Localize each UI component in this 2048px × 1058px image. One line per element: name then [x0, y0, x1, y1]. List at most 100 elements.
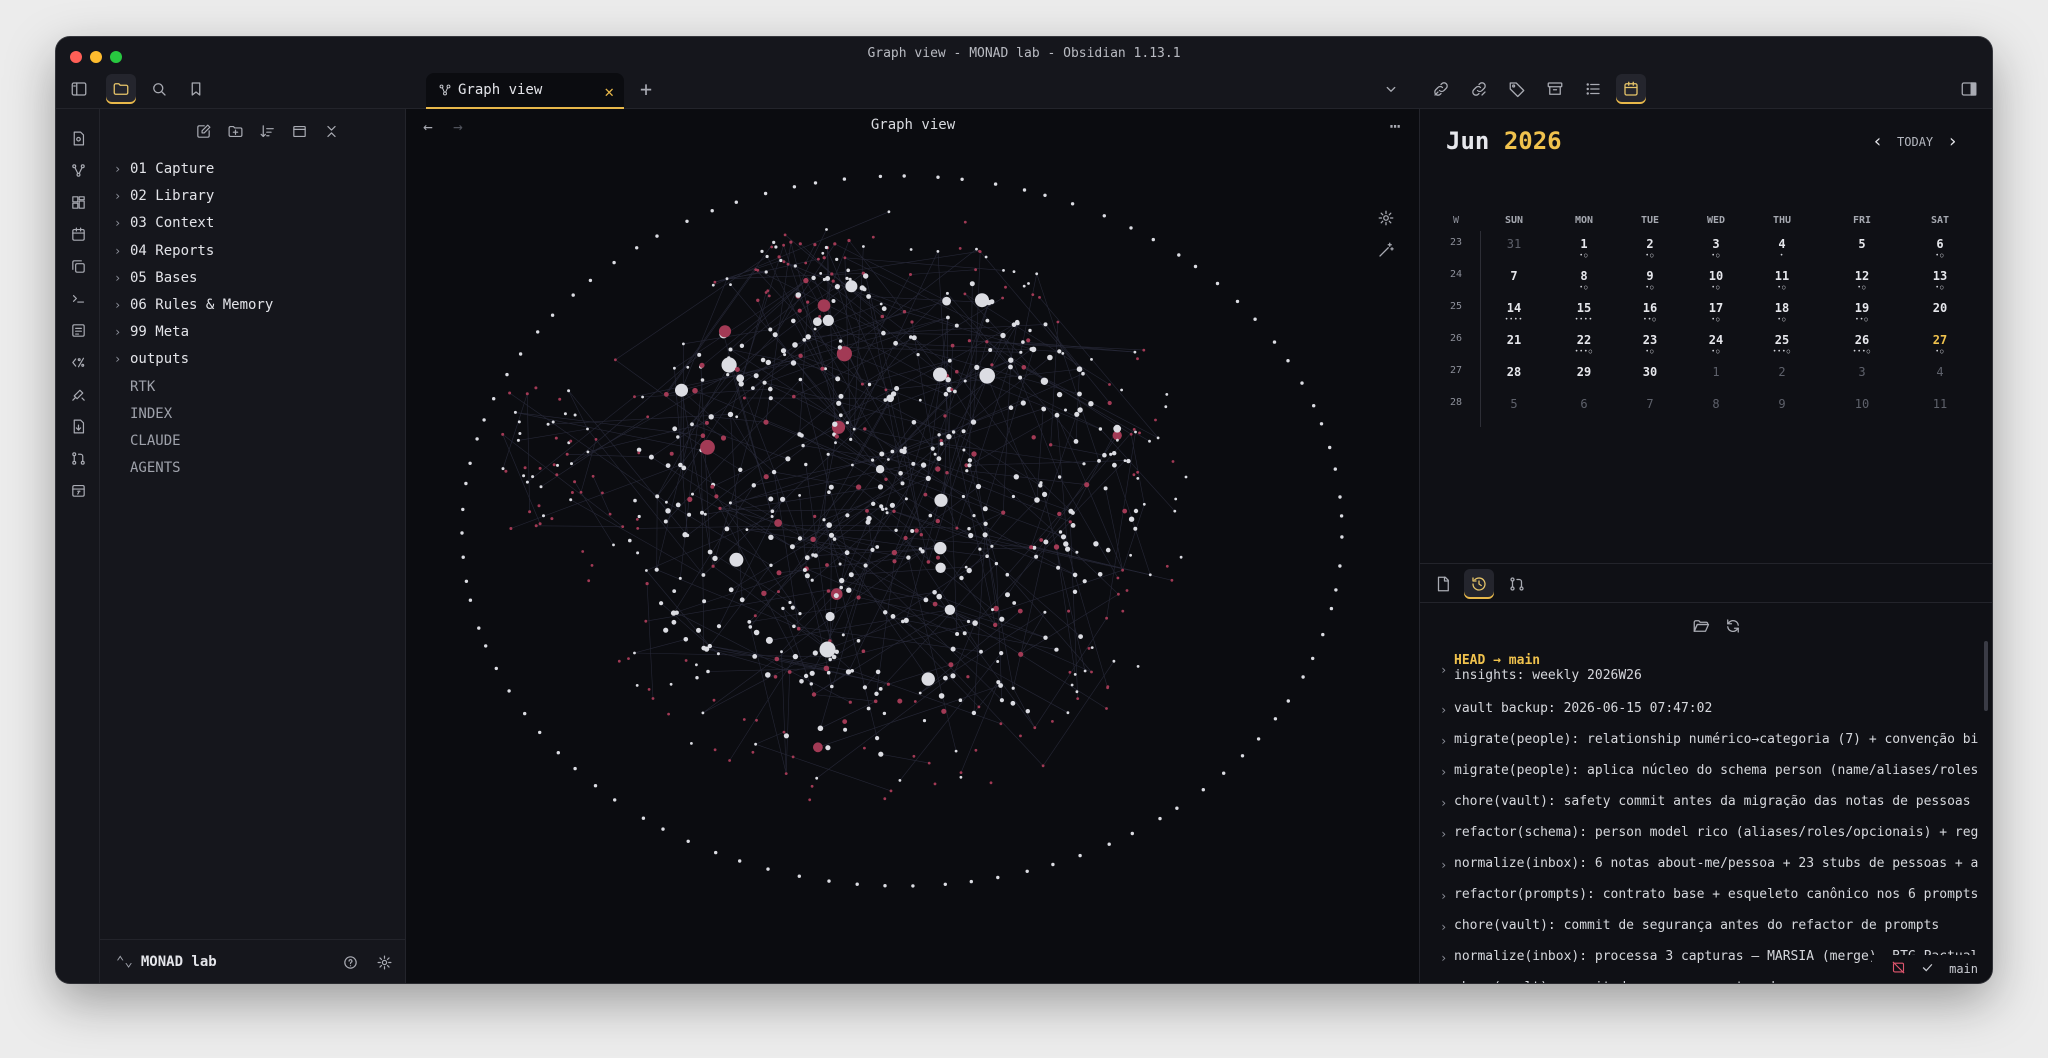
graph-note-node[interactable] [1020, 400, 1026, 406]
graph-note-node[interactable] [979, 368, 995, 384]
graph-note-node[interactable] [906, 555, 911, 560]
graph-note-node[interactable] [1060, 534, 1067, 540]
graph-note-node[interactable] [760, 249, 764, 253]
open-folder-icon[interactable] [1686, 611, 1716, 641]
graph-tag-node[interactable] [1039, 538, 1044, 542]
graph-tag-node[interactable] [945, 471, 949, 475]
graph-note-node[interactable] [838, 413, 843, 418]
graph-note-node[interactable] [1338, 564, 1342, 568]
graph-note-node[interactable] [911, 335, 917, 341]
graph-note-node[interactable] [690, 422, 694, 427]
graph-note-node[interactable] [812, 650, 818, 656]
graph-note-node[interactable] [1057, 475, 1062, 479]
graph-note-node[interactable] [893, 340, 898, 346]
graph-note-node[interactable] [982, 532, 988, 538]
graph-tag-node[interactable] [813, 243, 817, 247]
graph-note-node[interactable] [918, 691, 922, 695]
graph-note-node[interactable] [967, 458, 973, 463]
graph-note-node[interactable] [770, 509, 775, 513]
graph-note-node[interactable] [513, 410, 517, 414]
graph-note-node[interactable] [1097, 459, 1101, 463]
graph-tag-node[interactable] [1154, 418, 1157, 422]
graph-note-node[interactable] [838, 562, 842, 566]
calendar-day[interactable]: 11 [1920, 397, 1960, 411]
graph-tag-node[interactable] [1105, 707, 1108, 710]
commit-list-scrollbar[interactable] [1984, 641, 1988, 711]
graph-tag-node[interactable] [776, 570, 782, 576]
graph-note-node[interactable] [1193, 264, 1198, 269]
graph-note-node[interactable] [898, 471, 903, 476]
graph-note-node[interactable] [728, 347, 733, 352]
file-item[interactable]: CLAUDE [114, 429, 394, 453]
graph-note-node[interactable] [655, 494, 660, 499]
graph-note-node[interactable] [985, 554, 989, 558]
graph-note-node[interactable] [945, 291, 949, 295]
graph-note-node[interactable] [464, 579, 469, 583]
graph-note-node[interactable] [707, 549, 713, 555]
graph-note-node[interactable] [728, 587, 734, 593]
graph-note-node[interactable] [1156, 436, 1160, 440]
graph-tag-node[interactable] [791, 755, 795, 759]
graph-tag-node[interactable] [636, 527, 640, 530]
graph-note-node[interactable] [765, 254, 769, 259]
graph-note-node[interactable] [1040, 377, 1049, 385]
graph-note-node[interactable] [785, 456, 791, 462]
graph-note-node[interactable] [799, 679, 804, 684]
graph-note-node[interactable] [1083, 669, 1087, 673]
graph-note-node[interactable] [635, 246, 639, 250]
graph-note-node[interactable] [1025, 709, 1030, 714]
graph-tag-node[interactable] [902, 310, 907, 314]
graph-note-node[interactable] [990, 544, 994, 548]
graph-tag-node[interactable] [817, 257, 820, 261]
graph-note-node[interactable] [1012, 270, 1016, 273]
graph-note-node[interactable] [1022, 188, 1027, 192]
graph-note-node[interactable] [613, 798, 617, 802]
calendar-day[interactable]: 24 [1696, 333, 1736, 347]
minimize-window-button[interactable] [90, 51, 102, 63]
graph-tag-node[interactable] [687, 496, 693, 502]
graph-note-node[interactable] [792, 624, 796, 629]
refresh-icon[interactable] [1718, 611, 1748, 641]
graph-note-node[interactable] [819, 641, 836, 658]
graph-note-node[interactable] [769, 563, 773, 567]
graph-note-node[interactable] [837, 345, 843, 350]
graph-tag-node[interactable] [950, 343, 955, 348]
calendar-day[interactable]: 9 [1762, 397, 1802, 411]
graph-note-node[interactable] [845, 421, 849, 425]
graph-note-node[interactable] [676, 435, 680, 439]
graph-note-node[interactable] [768, 396, 773, 401]
week-number[interactable]: 27 [1444, 365, 1468, 376]
graph-tag-node[interactable] [753, 614, 757, 618]
graph-note-node[interactable] [881, 330, 886, 336]
graph-note-node[interactable] [879, 302, 883, 306]
graph-note-node[interactable] [790, 605, 795, 610]
graph-note-node[interactable] [866, 706, 871, 711]
graph-tag-node[interactable] [742, 396, 746, 400]
graph-note-node[interactable] [804, 573, 810, 579]
graph-tag-node[interactable] [958, 247, 962, 250]
graph-note-node[interactable] [1021, 340, 1025, 344]
graph-tag-node[interactable] [1057, 511, 1062, 517]
graph-note-node[interactable] [815, 776, 819, 780]
graph-tag-node[interactable] [504, 469, 508, 473]
calendar-day[interactable]: 10 [1842, 397, 1882, 411]
import-file-icon[interactable] [63, 411, 93, 441]
graph-tag-node[interactable] [1026, 338, 1031, 343]
file-properties-icon[interactable] [1428, 569, 1458, 599]
daily-note-calendar-icon[interactable] [63, 219, 93, 249]
graph-note-node[interactable] [797, 432, 802, 437]
graph-tag-node[interactable] [573, 480, 577, 484]
graph-note-node[interactable] [725, 277, 729, 281]
graph-tag-node[interactable] [525, 392, 529, 396]
graph-note-node[interactable] [612, 543, 615, 547]
graph-tag-node[interactable] [948, 662, 954, 668]
graph-tag-node[interactable] [842, 719, 848, 724]
graph-note-node[interactable] [586, 427, 589, 431]
graph-note-node[interactable] [966, 619, 971, 624]
graph-tag-node[interactable] [767, 294, 771, 298]
graph-note-node[interactable] [1058, 530, 1063, 534]
commit-item[interactable]: › refactor(schema): person model rico (al… [1440, 825, 1988, 845]
graph-tag-node[interactable] [1125, 589, 1129, 592]
graph-tag-node[interactable] [833, 242, 837, 246]
graph-tag-node[interactable] [817, 299, 831, 312]
